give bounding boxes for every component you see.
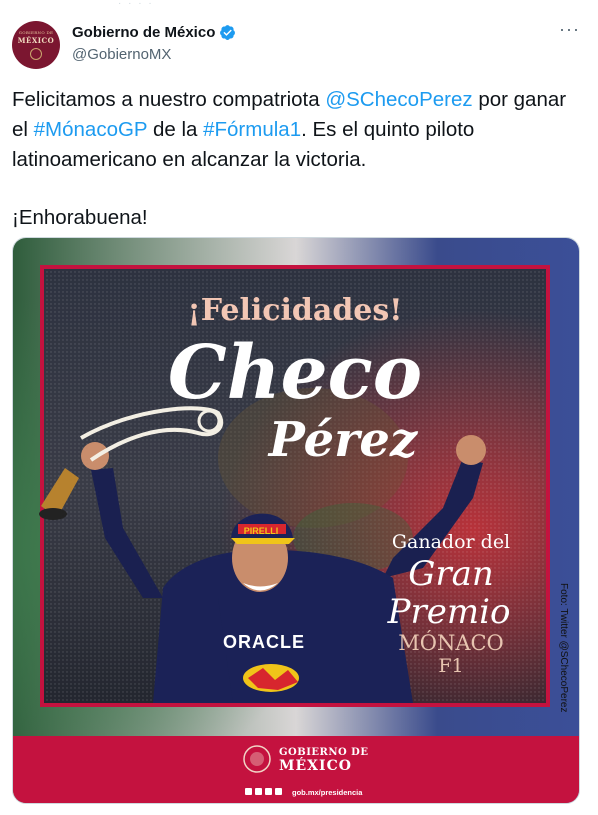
cap-sponsor-text: PIRELLI xyxy=(244,526,279,536)
seal-icon xyxy=(30,48,42,60)
suit-sponsor-text: ORACLE xyxy=(223,632,305,652)
headline-text: ¡Felicidades! xyxy=(188,293,403,328)
poster-graphic: ¡Felicidades! Checo Pérez Ganador del Gr… xyxy=(13,238,579,803)
youtube-icon xyxy=(265,788,272,795)
tweet-paragraph-1: Felicitamos a nuestro compatriota @SChec… xyxy=(12,85,580,175)
verified-badge-icon xyxy=(220,25,236,40)
driver-first-name: Checo xyxy=(168,330,422,416)
caption-line-4: MÓNACO xyxy=(398,630,504,655)
instagram-icon xyxy=(275,788,282,795)
tweet-header: GOBIERNO DE MÉXICO Gobierno de México @G… xyxy=(12,20,586,69)
text-segment: Felicitamos a nuestro compatriota xyxy=(12,88,326,111)
avatar-text-1: GOBIERNO DE xyxy=(18,30,54,35)
divider-dots: · · · · xyxy=(118,0,154,9)
user-handle[interactable]: @GobiernoMX xyxy=(72,46,171,63)
tweet-text: Felicitamos a nuestro compatriota @SChec… xyxy=(12,85,580,233)
display-name[interactable]: Gobierno de México xyxy=(72,24,215,41)
facebook-icon xyxy=(245,788,252,795)
name-row: Gobierno de México xyxy=(72,24,236,41)
hashtag-link-monacogp[interactable]: #MónacoGP xyxy=(34,118,148,141)
avatar[interactable]: GOBIERNO DE MÉXICO xyxy=(12,21,60,69)
driver-last-name: Pérez xyxy=(267,412,419,468)
photo-credit: Foto: Twitter @SChecoPerez xyxy=(558,583,569,712)
text-segment: de la xyxy=(147,118,204,141)
avatar-text-2: MÉXICO xyxy=(17,36,55,45)
hashtag-link-formula1[interactable]: #Fórmula1 xyxy=(203,118,301,141)
caption-line-1: Ganador del xyxy=(392,531,510,553)
tweet-media-image[interactable]: ¡Felicidades! Checo Pérez Ganador del Gr… xyxy=(12,237,580,804)
tweet-paragraph-2: ¡Enhorabuena! xyxy=(12,206,148,229)
ellipsis-icon[interactable]: ··· xyxy=(559,20,580,38)
footer-url: gob.mx/presidencia xyxy=(292,788,363,797)
footer-logo-line-1: GOBIERNO DE xyxy=(279,747,368,758)
caption-line-5: F1 xyxy=(438,655,463,677)
mention-link[interactable]: @SChecoPerez xyxy=(325,88,472,111)
footer-logo-line-2: MÉXICO xyxy=(279,756,352,774)
caption-line-3: Premio xyxy=(387,592,511,632)
caption-line-2: Gran xyxy=(408,554,494,594)
twitter-icon xyxy=(255,788,262,795)
